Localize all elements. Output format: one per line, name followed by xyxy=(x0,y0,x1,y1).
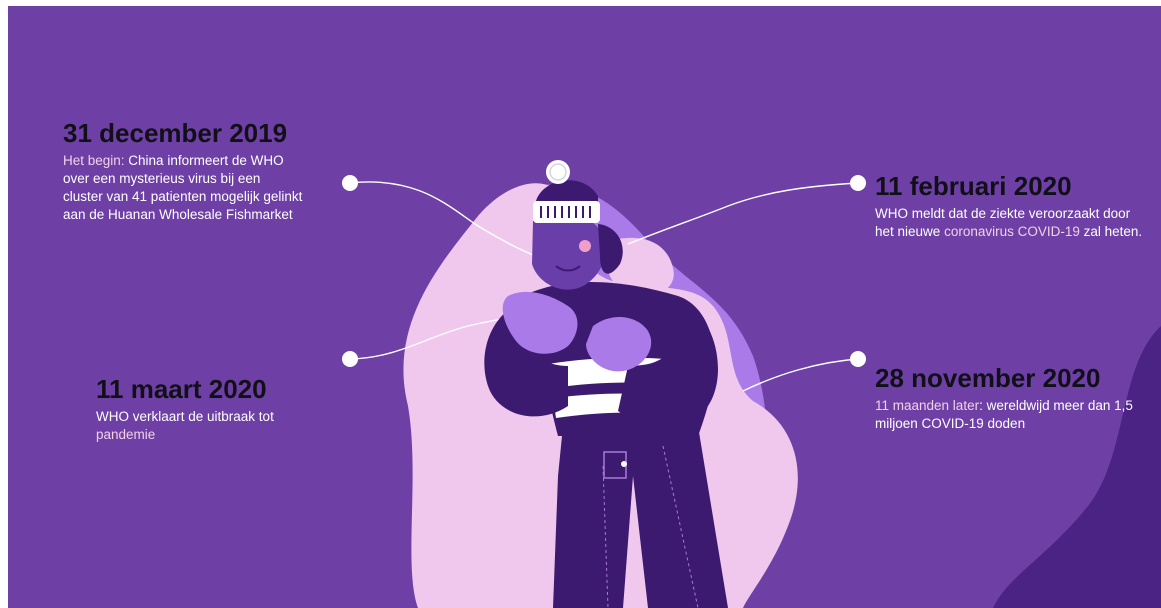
event-date: 31 december 2019 xyxy=(63,118,288,148)
event-description: WHO meldt dat de ziekte veroorzaakt door… xyxy=(875,205,1145,241)
event-highlight: 11 maanden later xyxy=(875,398,980,413)
timeline-slide: 31 december 2019 Het begin: China inform… xyxy=(8,6,1161,608)
event-description: 11 maanden later: wereldwijd meer dan 1,… xyxy=(875,397,1150,433)
event-highlight: coronavirus COVID-19 xyxy=(944,224,1080,239)
timeline-event-2: 11 februari 2020 WHO meldt dat de ziekte… xyxy=(875,171,1145,241)
event-highlight: Het begin: xyxy=(63,153,125,168)
timeline-event-3: 11 maart 2020 WHO verklaart de uitbraak … xyxy=(96,374,326,444)
timeline-event-1: 31 december 2019 Het begin: China inform… xyxy=(63,118,303,224)
event-highlight: pandemie xyxy=(96,427,156,442)
sick-person-illustration xyxy=(342,160,1161,608)
event-date: 11 februari 2020 xyxy=(875,171,1072,201)
event-text: WHO verklaart de uitbraak tot xyxy=(96,409,274,424)
connector-line-2 xyxy=(627,182,859,245)
event-date: 28 november 2020 xyxy=(875,363,1101,393)
winter-hat-icon xyxy=(533,160,600,223)
timeline-event-4: 28 november 2020 11 maanden later: werel… xyxy=(875,363,1150,433)
event-date: 11 maart 2020 xyxy=(96,374,267,404)
event-text-end: zal heten. xyxy=(1079,224,1143,239)
event-description: Het begin: China informeert de WHO over … xyxy=(63,152,303,224)
event-description: WHO verklaart de uitbraak tot pandemie xyxy=(96,408,326,444)
